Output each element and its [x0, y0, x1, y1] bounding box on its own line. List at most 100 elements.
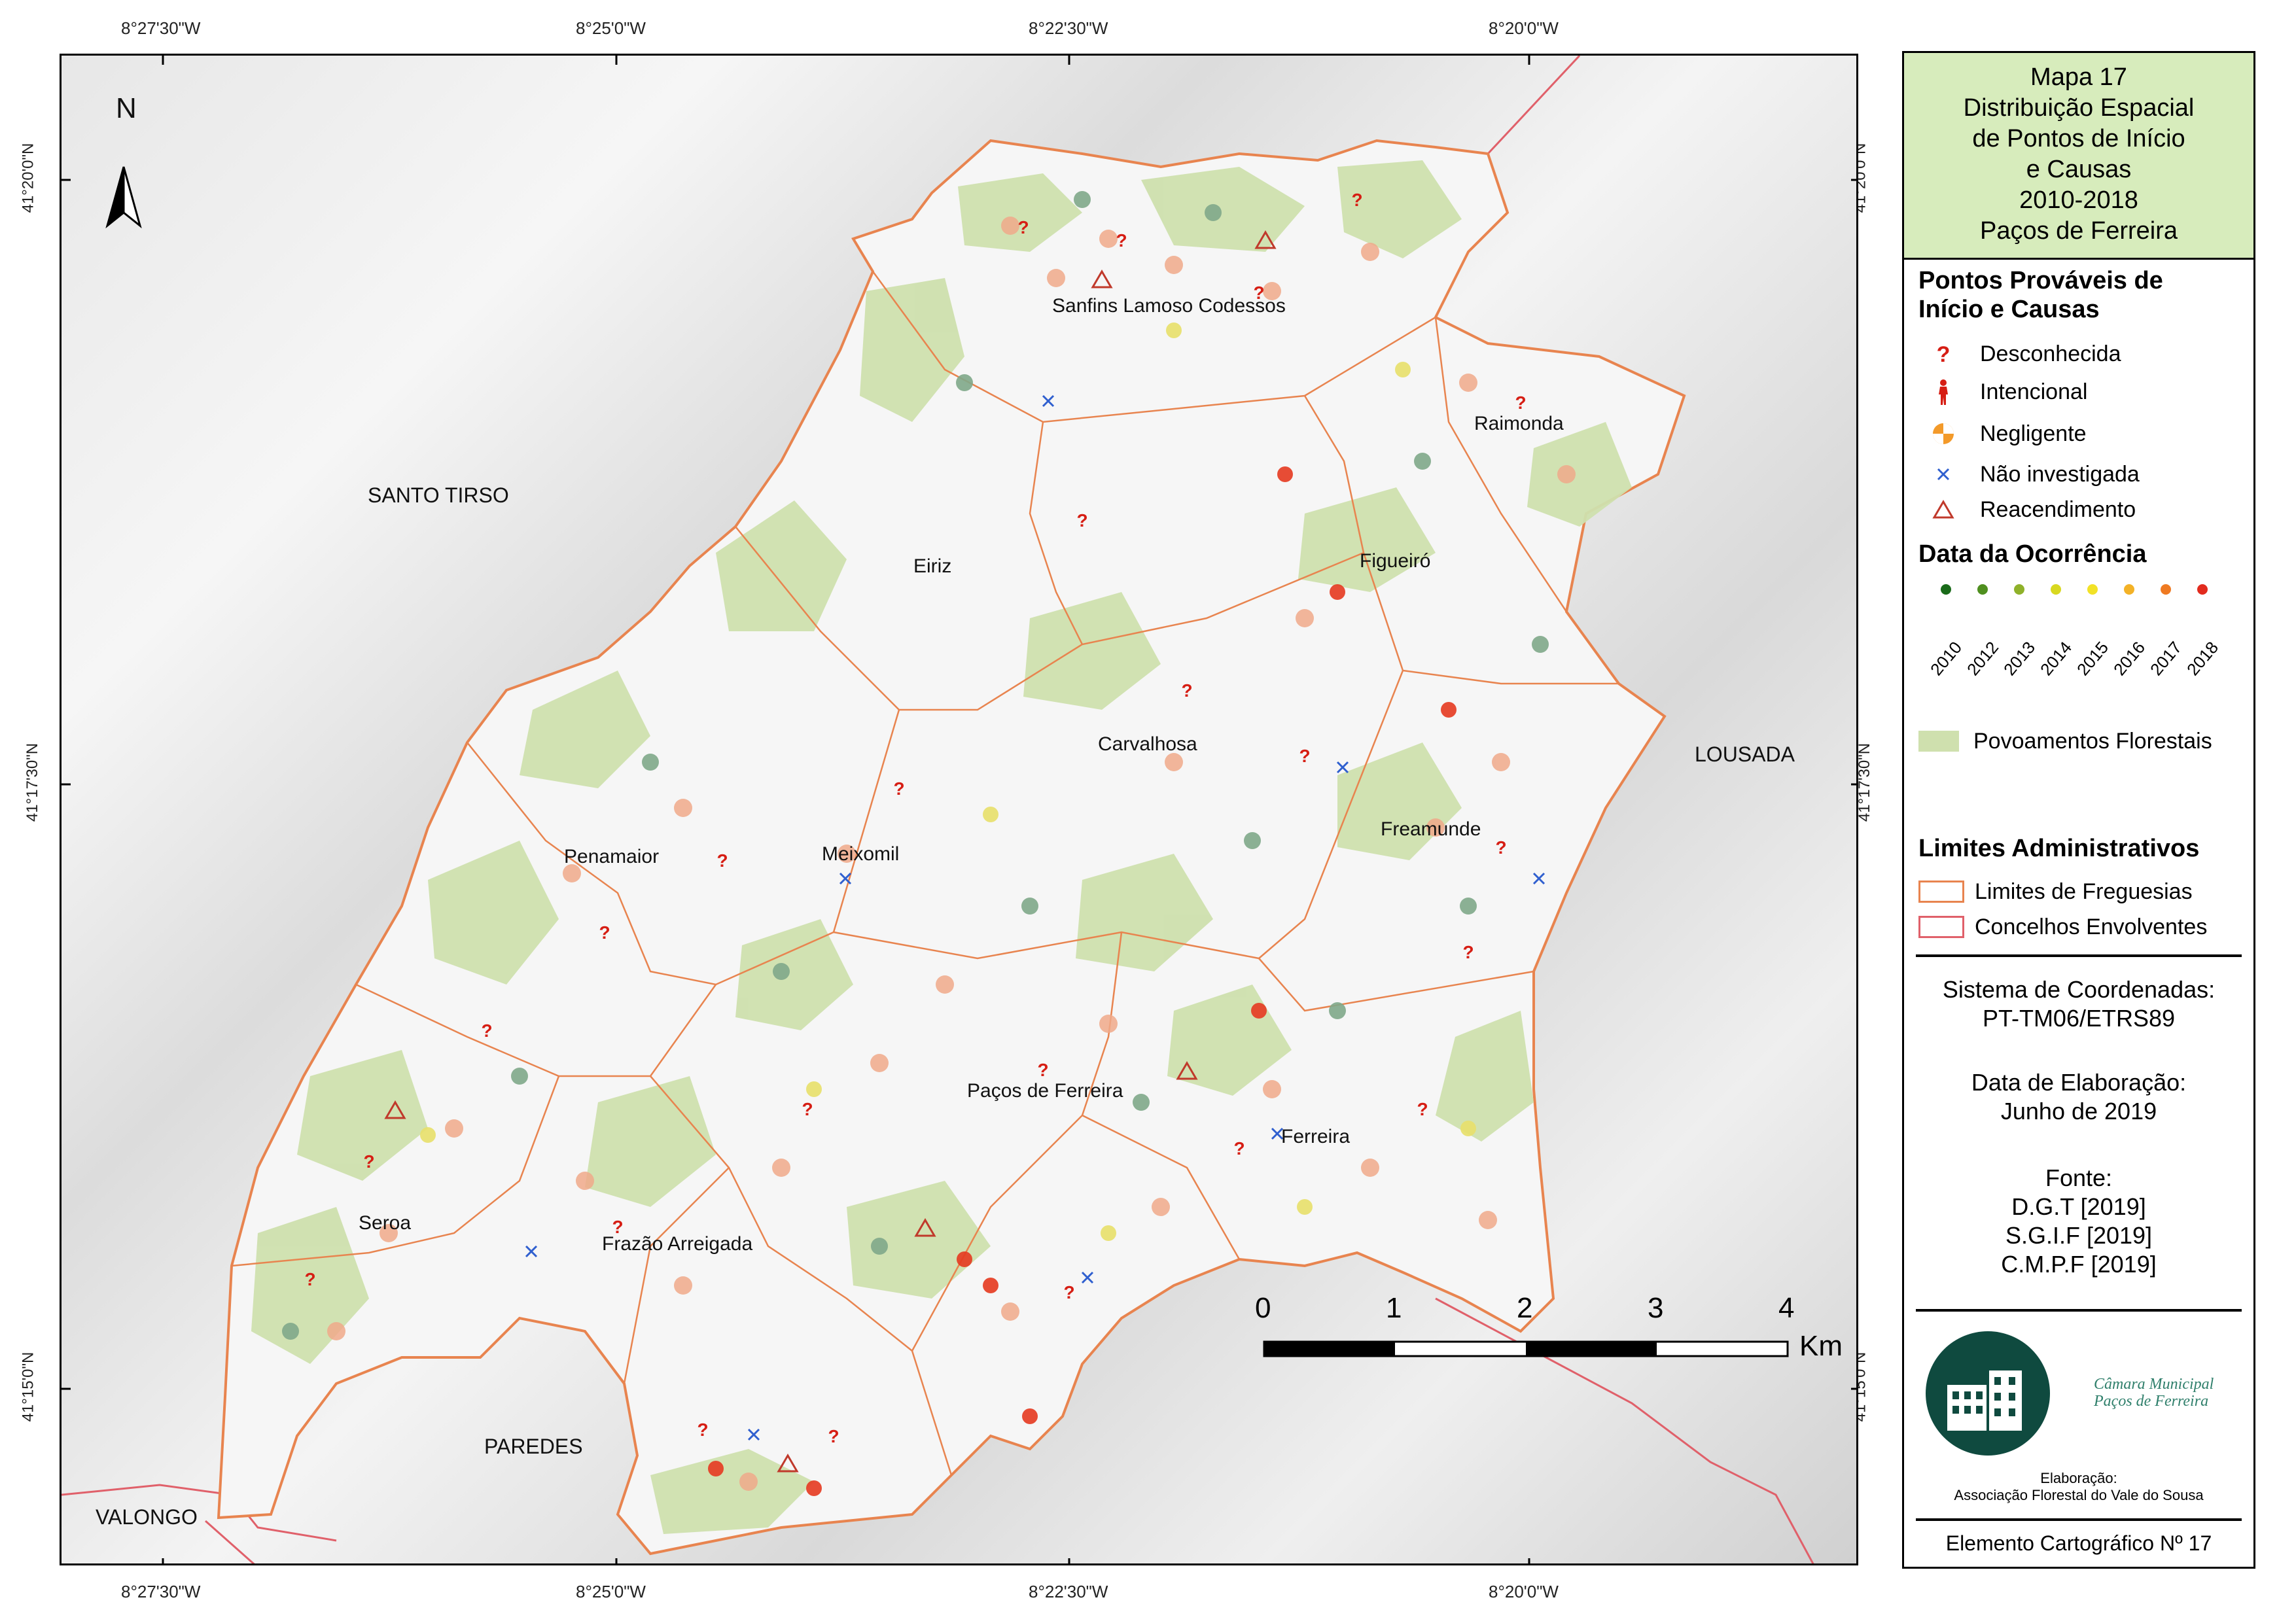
bottom-lon-label: 8°27'30"W: [121, 1582, 201, 1601]
svg-text:?: ?: [802, 1099, 813, 1119]
neighbor-label: VALONGO: [96, 1505, 198, 1529]
parish-label: Carvalhosa: [1098, 733, 1197, 755]
top-lon-label: 8°27'30"W: [121, 18, 201, 38]
parish-label: Ferreira: [1281, 1126, 1351, 1147]
svg-text:?: ?: [716, 850, 728, 871]
svg-text:?: ?: [1017, 217, 1029, 237]
title-line: 2010-2018: [2019, 186, 2138, 214]
svg-text:?: ?: [1233, 1138, 1245, 1159]
year-dot: [2124, 584, 2134, 595]
crs-info: Sistema de Coordenadas: PT-TM06/ETRS89: [1942, 976, 2216, 1032]
bottom-lon-label: 8°22'30"W: [1029, 1582, 1108, 1601]
svg-text:?: ?: [1116, 230, 1127, 251]
credit-info: Elaboração: Associação Florestal do Vale…: [1954, 1470, 2204, 1503]
year-dot: [1977, 584, 1988, 595]
svg-text:?: ?: [599, 922, 610, 943]
svg-text:?: ?: [1037, 1060, 1048, 1080]
legend-item-nao-investigada: Não investigada: [1926, 461, 2140, 487]
negligent-icon: [1933, 423, 1954, 444]
parish-label: Meixomil: [822, 843, 900, 865]
triangle-icon: [1932, 500, 1954, 519]
year-dot: [2051, 584, 2061, 595]
scale-tick: 0: [1255, 1292, 1271, 1324]
neighbor-limit-swatch: [1918, 916, 1964, 938]
svg-text:?: ?: [304, 1269, 315, 1289]
parish-label: Raimonda: [1474, 413, 1564, 434]
element-label: Elemento Cartográfico Nº 17: [1945, 1531, 2212, 1555]
legend-item-forest: Povoamentos Florestais: [1918, 728, 2212, 754]
logo-text: Câmara Municipal Paços de Ferreira: [2094, 1376, 2214, 1410]
title-line: e Causas: [2026, 156, 2132, 183]
legend-item-desconhecida: ? Desconhecida: [1926, 341, 2121, 368]
date-info: Data de Elaboração: Junho de 2019: [1971, 1069, 2187, 1125]
separator: [1916, 1309, 2242, 1312]
separator: [1916, 1518, 2242, 1521]
parish-label: Eiriz: [913, 555, 952, 577]
map-canvas[interactable]: ??? ??? ??? ??? ??? ??? ??? ??? N SANTO …: [60, 54, 1858, 1565]
source-info: Fonte: D.G.T [2019] S.G.I.F [2019] C.M.P…: [2001, 1164, 2157, 1278]
title-line: Mapa 17: [2030, 63, 2127, 91]
svg-text:?: ?: [828, 1426, 839, 1446]
causes-heading: Pontos Prováveis de Início e Causas: [1918, 267, 2163, 323]
neighbor-label: SANTO TIRSO: [368, 483, 509, 507]
legend-item-reacendimento: Reacendimento: [1926, 497, 2136, 523]
bottom-lon-label: 8°20'0"W: [1489, 1582, 1559, 1601]
left-lat-label: 41°17'30"N: [24, 742, 42, 822]
parish-label: Frazão Arreigada: [602, 1233, 753, 1255]
svg-text:?: ?: [1076, 510, 1087, 531]
svg-text:?: ?: [1937, 342, 1951, 367]
left-lat-label: 41°15'0"N: [19, 1352, 37, 1422]
year-labels: 2010 2012 2013 2014 2015 2016 2017 2018: [1926, 637, 2223, 680]
parish-label: Seroa: [359, 1212, 412, 1234]
parish-label: Freamunde: [1381, 818, 1481, 840]
right-lat-label: 41°17'30"N: [1856, 742, 1874, 822]
svg-text:?: ?: [1515, 393, 1526, 413]
scale-unit: Km: [1799, 1330, 1843, 1362]
top-lon-label: 8°25'0"W: [576, 18, 646, 38]
map-svg: ??? ??? ??? ??? ??? ??? ??? ???: [62, 56, 1856, 1563]
question-mark-icon: ?: [1937, 342, 1951, 367]
separator: [1916, 954, 2242, 957]
north-label: N: [116, 92, 137, 124]
svg-text:?: ?: [1495, 837, 1506, 858]
scale-bar: [1263, 1340, 1789, 1357]
year-dot: [1941, 584, 1951, 595]
svg-text:?: ?: [363, 1151, 374, 1172]
legend-item-intencional: Intencional: [1926, 379, 2087, 405]
neighbor-label: PAREDES: [484, 1435, 583, 1458]
svg-text:?: ?: [481, 1021, 492, 1041]
map-title: Mapa 17 Distribuição Espacial de Pontos …: [1904, 53, 2253, 260]
cross-icon: [1937, 468, 1950, 481]
parish-label: Paços de Ferreira: [967, 1080, 1123, 1102]
north-arrow-icon: [105, 166, 142, 229]
title-line: Distribuição Espacial: [1963, 94, 2195, 122]
neighbor-label: LOUSADA: [1695, 742, 1795, 766]
top-lon-label: 8°22'30"W: [1029, 18, 1108, 38]
svg-text:?: ?: [1351, 190, 1362, 210]
year-dot: [2161, 584, 2171, 595]
legend-item-neighbor-municipalities: Concelhos Envolventes: [1918, 914, 2207, 940]
bottom-lon-label: 8°25'0"W: [576, 1582, 646, 1601]
scale-tick: 3: [1648, 1292, 1664, 1324]
left-lat-label: 41°20'0"N: [19, 143, 37, 213]
forest-swatch: [1918, 731, 1959, 752]
scale-tick: 1: [1386, 1292, 1402, 1324]
title-line: Paços de Ferreira: [1979, 217, 2178, 245]
svg-text:?: ?: [1063, 1282, 1074, 1302]
scale-tick: 4: [1778, 1292, 1795, 1324]
title-line: de Pontos de Início: [1972, 125, 2185, 152]
parish-label: Figueiró: [1360, 550, 1431, 572]
year-dot: [2087, 584, 2098, 595]
top-lon-label: 8°20'0"W: [1489, 18, 1559, 38]
parish-limit-swatch: [1918, 881, 1964, 903]
year-dot: [2197, 584, 2208, 595]
svg-text:?: ?: [1417, 1099, 1428, 1119]
scale-tick: 2: [1517, 1292, 1533, 1324]
person-icon: [1939, 379, 1948, 405]
parish-label: Sanfins Lamoso Codessos: [1052, 295, 1286, 317]
svg-text:?: ?: [1462, 942, 1474, 962]
parish-label: Penamaior: [564, 846, 660, 867]
date-heading: Data da Ocorrência: [1918, 540, 2147, 568]
svg-text:?: ?: [1181, 680, 1192, 701]
legend-item-negligente: Negligente: [1926, 421, 2087, 447]
